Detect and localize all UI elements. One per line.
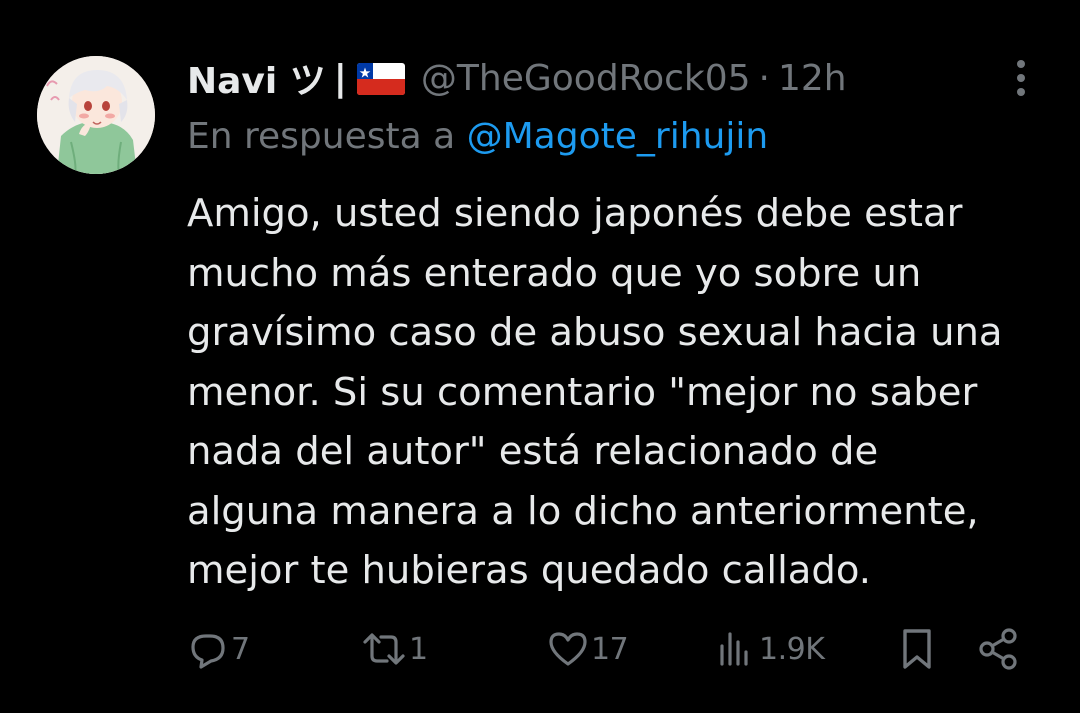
view-count: 1.9K — [759, 631, 825, 667]
reply-context: En respuesta a @Magote_rihujin — [187, 116, 768, 157]
tweet-text-line: nada del autor" está relacionado de — [187, 429, 879, 474]
tweet-text-line: alguna manera a lo dicho anteriormente, — [187, 488, 979, 534]
reply-icon — [191, 634, 225, 669]
views-button[interactable]: 1.9K — [717, 624, 825, 674]
author-handle[interactable]: @TheGoodRock05 — [421, 58, 751, 99]
like-count: 17 — [591, 631, 629, 667]
tweet-text-line: menor. Si su comentario "mejor no saber — [187, 369, 978, 415]
views-icon — [720, 632, 748, 666]
repost-count: 1 — [409, 631, 428, 667]
tweet-text-line: mejor te hubieras quedado callado. — [187, 548, 871, 593]
like-button[interactable]: 17 — [547, 624, 629, 674]
tweet-text-line: gravísimo caso de abuso sexual hacia una — [187, 310, 1003, 355]
tweet-header: Navi ツ | @TheGoodRock05 · 12h — [187, 53, 847, 103]
tweet-timestamp[interactable]: 12h — [778, 58, 847, 99]
reply-count: 7 — [231, 631, 250, 667]
reply-to-handle-link[interactable]: @Magote_rihujin — [467, 116, 769, 157]
repost-icon — [363, 633, 405, 665]
bookmark-button[interactable] — [898, 624, 936, 674]
reply-prefix: En respuesta a — [187, 116, 456, 157]
bookmark-icon — [903, 629, 931, 669]
name-separator: | — [333, 57, 347, 99]
more-options-button[interactable] — [1004, 56, 1038, 100]
chile-flag-icon — [356, 63, 405, 95]
avatar[interactable] — [37, 56, 155, 174]
more-vertical-icon — [1017, 60, 1025, 96]
reply-button[interactable]: 7 — [187, 624, 250, 674]
avatar-image — [37, 56, 155, 174]
tweet: Navi ツ | @TheGoodRock05 · 12h En respues… — [0, 0, 1080, 713]
author-display-name[interactable]: Navi ツ — [187, 52, 326, 104]
share-button[interactable] — [977, 624, 1021, 674]
tweet-body: Amigo, usted siendo japonés debe estar m… — [187, 184, 1067, 601]
action-bar: 7 1 17 1.9K — [187, 624, 1027, 674]
tweet-text-line: Amigo, usted siendo japonés debe estar — [187, 191, 963, 236]
heart-icon — [549, 632, 587, 666]
repost-button[interactable]: 1 — [361, 624, 428, 674]
tweet-text-line: mucho más enterado que yo sobre un — [187, 250, 922, 296]
share-icon — [979, 628, 1017, 670]
meta-dot: · — [758, 57, 770, 99]
